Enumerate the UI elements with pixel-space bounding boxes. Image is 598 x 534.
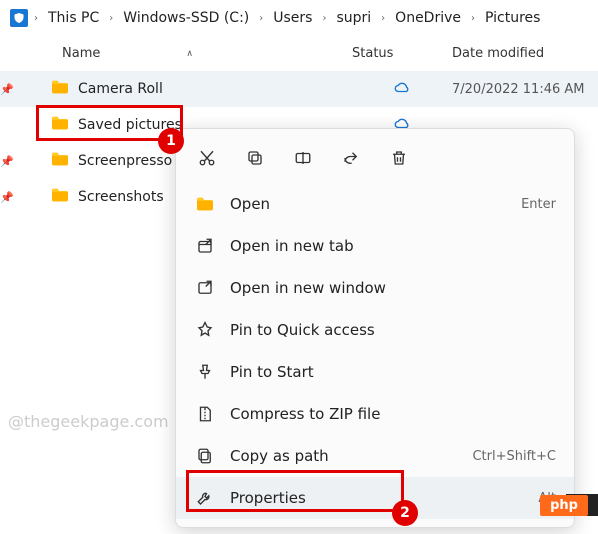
file-name: Screenpresso: [78, 153, 172, 169]
zip-icon: [194, 405, 216, 423]
menu-item-open-in-new-window[interactable]: Open in new window: [176, 267, 574, 309]
breadcrumb-item[interactable]: Windows-SSD (C:): [119, 8, 253, 28]
wrench-icon: [194, 489, 216, 507]
breadcrumb-item[interactable]: supri: [332, 8, 375, 28]
breadcrumb: › This PC › Windows-SSD (C:) › Users › s…: [0, 0, 598, 36]
menu-item-label: Copy as path: [230, 447, 472, 465]
breadcrumb-item[interactable]: This PC: [44, 8, 103, 28]
pin-icon: [194, 321, 216, 339]
menu-item-shortcut: Ctrl+Shift+C: [472, 449, 556, 464]
php-badge: php: [540, 495, 588, 516]
menu-item-label: Properties: [230, 489, 538, 507]
menu-item-open[interactable]: Open Enter: [176, 183, 574, 225]
folder-icon: [50, 187, 70, 207]
watermark: @thegeekpage.com: [8, 412, 169, 431]
chevron-right-icon: ›: [257, 13, 265, 24]
chevron-right-icon: ›: [469, 13, 477, 24]
folder-icon: [50, 79, 70, 99]
rename-icon[interactable]: [292, 147, 314, 169]
menu-item-pin-to-start[interactable]: Pin to Start: [176, 351, 574, 393]
menu-item-label: Compress to ZIP file: [230, 405, 556, 423]
folder-icon: [50, 151, 70, 171]
copypath-icon: [194, 447, 216, 465]
column-header-name[interactable]: Name ∧: [12, 46, 352, 61]
status-cell: [352, 80, 452, 98]
menu-item-label: Pin to Quick access: [230, 321, 556, 339]
menu-item-label: Open in new window: [230, 279, 556, 297]
date-cell: 7/20/2022 11:46 AM: [452, 82, 598, 97]
chevron-right-icon: ›: [379, 13, 387, 24]
file-name: Screenshots: [78, 189, 164, 205]
file-name: Camera Roll: [78, 81, 163, 97]
delete-icon[interactable]: [388, 147, 410, 169]
menu-item-pin-to-quick-access[interactable]: Pin to Quick access: [176, 309, 574, 351]
chevron-right-icon: ›: [32, 13, 40, 24]
highlight-badge-2: 2: [392, 500, 418, 526]
breadcrumb-item[interactable]: Users: [269, 8, 316, 28]
breadcrumb-item[interactable]: OneDrive: [391, 8, 465, 28]
menu-item-copy-as-path[interactable]: Copy as path Ctrl+Shift+C: [176, 435, 574, 477]
menu-item-label: Open: [230, 195, 521, 213]
menu-item-shortcut: Enter: [521, 197, 556, 212]
column-header-label: Name: [62, 46, 100, 61]
copy-icon[interactable]: [244, 147, 266, 169]
pin-indicator-icon: 📌: [0, 155, 12, 168]
context-menu-icon-row: [176, 137, 574, 183]
newwin-icon: [194, 279, 216, 297]
column-header-status[interactable]: Status: [352, 46, 452, 61]
pinstart-icon: [194, 363, 216, 381]
this-pc-icon: [10, 9, 28, 27]
chevron-right-icon: ›: [320, 13, 328, 24]
folder-icon: [194, 196, 216, 212]
pin-indicator-icon: 📌: [0, 191, 12, 204]
pin-indicator-icon: 📌: [0, 83, 12, 96]
context-menu: Open Enter Open in new tab Open in new w…: [175, 128, 575, 528]
menu-item-compress-to-zip-file[interactable]: Compress to ZIP file: [176, 393, 574, 435]
file-row[interactable]: 📌 Camera Roll 7/20/2022 11:46 AM: [0, 71, 598, 107]
highlight-badge-1: 1: [158, 128, 184, 154]
menu-item-properties[interactable]: Properties Alt: [176, 477, 574, 519]
share-icon[interactable]: [340, 147, 362, 169]
newtab-icon: [194, 237, 216, 255]
chevron-right-icon: ›: [107, 13, 115, 24]
menu-item-open-in-new-tab[interactable]: Open in new tab: [176, 225, 574, 267]
cut-icon[interactable]: [196, 147, 218, 169]
column-headers: Name ∧ Status Date modified: [0, 36, 598, 71]
menu-item-label: Pin to Start: [230, 363, 556, 381]
sort-asc-icon: ∧: [186, 49, 193, 59]
folder-icon: [50, 115, 70, 135]
column-header-date[interactable]: Date modified: [452, 46, 598, 61]
menu-item-label: Open in new tab: [230, 237, 556, 255]
breadcrumb-item[interactable]: Pictures: [481, 8, 544, 28]
